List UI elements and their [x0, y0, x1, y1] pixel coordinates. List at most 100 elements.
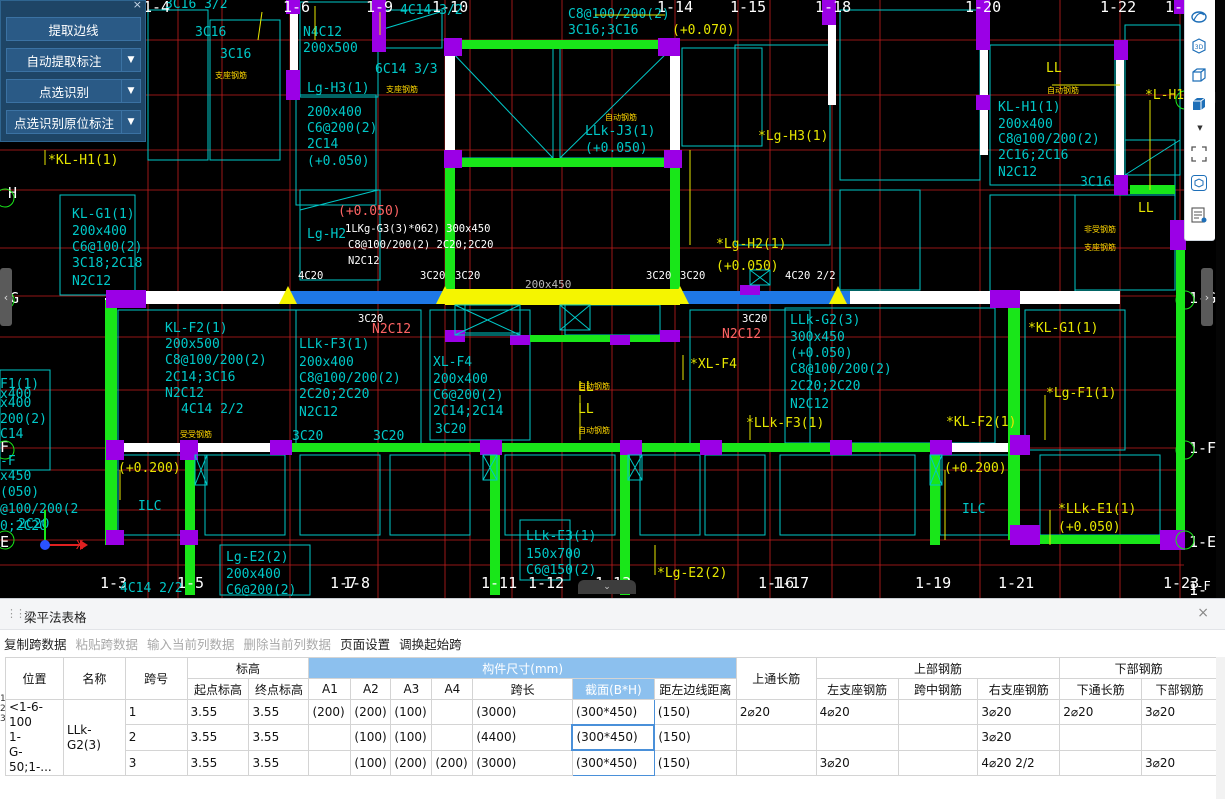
right-support-cell[interactable]: 3⌀20	[978, 700, 1060, 725]
name-cell[interactable]: LLk- G2(3)	[63, 700, 125, 776]
a3-cell[interactable]: (100)	[391, 700, 432, 725]
a3-cell[interactable]: (100)	[391, 725, 432, 751]
orbit-icon[interactable]	[1190, 8, 1210, 28]
edge-distance-cell[interactable]: (150)	[654, 725, 736, 751]
span-cell[interactable]: 2	[125, 725, 187, 751]
left-expand-handle[interactable]: ‹	[0, 268, 12, 326]
drag-grip-icon[interactable]: ⋮⋮	[6, 607, 24, 620]
layer-settings-icon[interactable]	[1190, 206, 1210, 226]
position-cell[interactable]: <1-6-100 1- G-50;1-...	[6, 700, 64, 776]
3d-view-icon[interactable]: 3D	[1190, 37, 1210, 57]
section-cell[interactable]: (300*450)	[572, 750, 654, 775]
header-span-no[interactable]: 跨号	[125, 658, 187, 700]
point-identify-button[interactable]: 点选识别 ▼	[6, 79, 141, 103]
dropdown-arrow-icon[interactable]: ▼	[121, 49, 140, 71]
cube-view-icon[interactable]	[1190, 66, 1210, 86]
elev-start-cell[interactable]: 3.55	[187, 700, 249, 725]
a4-cell[interactable]	[432, 700, 473, 725]
header-span-length[interactable]: 跨长	[473, 679, 573, 700]
elev-start-cell[interactable]: 3.55	[187, 750, 249, 775]
auto-extract-annotation-button[interactable]: 自动提取标注 ▼	[6, 48, 141, 72]
cad-drawing[interactable]: 1-41-61-91-101-141-151-181-201-221-241-3…	[0, 0, 1225, 598]
left-support-cell[interactable]	[816, 725, 898, 751]
top-through-cell[interactable]	[736, 750, 816, 775]
panel-close-button[interactable]: ×	[133, 0, 142, 11]
cad-scrollbar[interactable]	[1216, 0, 1225, 598]
extract-edges-button[interactable]: 提取边线	[6, 17, 141, 41]
header-bottom-through[interactable]: 下通长筋	[1060, 679, 1142, 700]
bottom-through-cell[interactable]	[1060, 725, 1142, 751]
point-identify-inplace-button[interactable]: 点选识别原位标注 ▼	[6, 110, 141, 134]
header-a1[interactable]: A1	[309, 679, 351, 700]
edge-distance-cell[interactable]: (150)	[654, 700, 736, 725]
left-support-cell[interactable]: 3⌀20	[816, 750, 898, 775]
bottom-rebar-cell[interactable]	[1142, 725, 1218, 751]
elev-start-cell[interactable]: 3.55	[187, 725, 249, 751]
copy-span-data-button[interactable]: 复制跨数据	[4, 634, 67, 653]
input-column-data-button[interactable]: 输入当前列数据	[147, 634, 235, 653]
a1-cell[interactable]	[309, 750, 351, 775]
bottom-through-cell[interactable]: 2⌀20	[1060, 700, 1142, 725]
left-support-cell[interactable]: 4⌀20	[816, 700, 898, 725]
header-elev-start[interactable]: 起点标高	[187, 679, 249, 700]
mid-span-cell[interactable]	[898, 725, 978, 751]
header-dimensions[interactable]: 构件尺寸(mm)	[309, 658, 736, 679]
close-icon[interactable]: ×	[1197, 605, 1209, 621]
chevron-down-icon[interactable]: ▼	[1190, 124, 1210, 132]
span-length-cell[interactable]: (3000)	[473, 750, 573, 775]
header-top-through[interactable]: 上通长筋	[736, 658, 816, 700]
paste-span-data-button[interactable]: 粘贴跨数据	[76, 634, 139, 653]
bottom-rebar-cell[interactable]: 3⌀20	[1142, 750, 1218, 775]
header-elev-end[interactable]: 终点标高	[249, 679, 309, 700]
mid-span-cell[interactable]	[898, 750, 978, 775]
header-mid-span[interactable]: 跨中钢筋	[898, 679, 978, 700]
solid-view-icon[interactable]	[1190, 95, 1210, 115]
mid-span-cell[interactable]	[898, 700, 978, 725]
span-length-cell[interactable]: (4400)	[473, 725, 573, 751]
a1-cell[interactable]	[309, 725, 351, 751]
right-support-cell[interactable]: 3⌀20	[978, 725, 1060, 751]
swap-start-span-button[interactable]: 调换起始跨	[399, 634, 462, 653]
section-cell-active[interactable]: (300*450)	[572, 725, 654, 751]
header-name[interactable]: 名称	[63, 658, 125, 700]
header-a3[interactable]: A3	[391, 679, 432, 700]
top-through-cell[interactable]: 2⌀20	[736, 700, 816, 725]
a4-cell[interactable]: (200)	[432, 750, 473, 775]
delete-column-data-button[interactable]: 删除当前列数据	[244, 634, 332, 653]
table-scrollbar[interactable]	[1216, 657, 1225, 799]
header-bottom-rebar[interactable]: 下部钢筋	[1060, 658, 1218, 679]
elev-end-cell[interactable]: 3.55	[249, 750, 309, 775]
bottom-rebar-cell[interactable]: 3⌀20	[1142, 700, 1218, 725]
dropdown-arrow-icon[interactable]: ▼	[121, 111, 140, 133]
header-bottom-rebar-col[interactable]: 下部钢筋	[1142, 679, 1218, 700]
bottom-through-cell[interactable]	[1060, 750, 1142, 775]
section-cell[interactable]: (300*450)	[572, 700, 654, 725]
cad-canvas[interactable]: 1-41-61-91-101-141-151-181-201-221-241-3…	[0, 0, 1225, 598]
header-a2[interactable]: A2	[351, 679, 391, 700]
a1-cell[interactable]: (200)	[309, 700, 351, 725]
top-through-cell[interactable]	[736, 725, 816, 751]
edge-distance-cell[interactable]: (150)	[654, 750, 736, 775]
header-left-support[interactable]: 左支座钢筋	[816, 679, 898, 700]
a2-cell[interactable]: (100)	[351, 725, 391, 751]
a2-cell[interactable]: (200)	[351, 700, 391, 725]
span-cell[interactable]: 3	[125, 750, 187, 775]
a3-cell[interactable]: (200)	[391, 750, 432, 775]
span-cell[interactable]: 1	[125, 700, 187, 725]
header-position[interactable]: 位置	[6, 658, 64, 700]
fullscreen-icon[interactable]	[1190, 145, 1210, 165]
table-panel-titlebar[interactable]: ⋮⋮ 梁平法表格 ×	[0, 599, 1225, 630]
header-edge-distance[interactable]: 距左边线距离	[654, 679, 736, 700]
a4-cell[interactable]	[432, 725, 473, 751]
header-top-rebar[interactable]: 上部钢筋	[816, 658, 1060, 679]
header-right-support[interactable]: 右支座钢筋	[978, 679, 1060, 700]
right-support-cell[interactable]: 4⌀20 2/2	[978, 750, 1060, 775]
span-length-cell[interactable]: (3000)	[473, 700, 573, 725]
page-settings-button[interactable]: 页面设置	[340, 634, 390, 653]
header-section[interactable]: 截面(B*H)	[572, 679, 654, 700]
box-select-icon[interactable]	[1190, 174, 1210, 194]
dropdown-arrow-icon[interactable]: ▼	[121, 80, 140, 102]
a2-cell[interactable]: (100)	[351, 750, 391, 775]
header-elevation[interactable]: 标高	[187, 658, 309, 679]
right-expand-handle[interactable]: ›	[1201, 268, 1213, 326]
